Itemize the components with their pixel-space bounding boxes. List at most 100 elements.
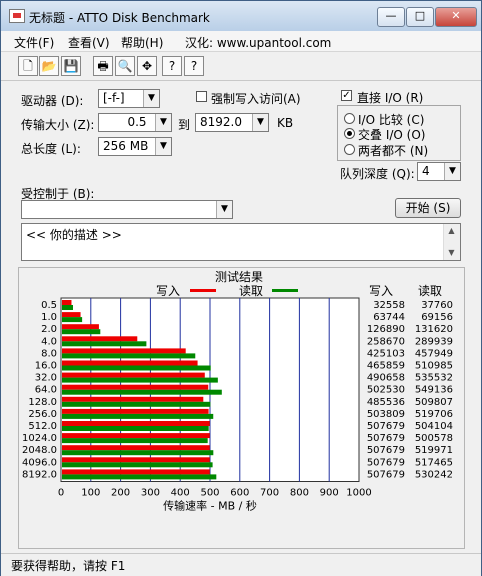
- transfer-size-label: 传输大小 (Z):: [21, 118, 95, 132]
- write-bar: [62, 396, 204, 402]
- write-value: 465859: [367, 361, 405, 372]
- read-bar: [62, 426, 209, 431]
- neither-label: 两者都不 (N): [358, 144, 429, 158]
- io-compare-radio[interactable]: [344, 113, 355, 124]
- direct-io-checkbox[interactable]: ✓: [341, 90, 352, 101]
- print-icon[interactable]: 🖶: [93, 56, 113, 76]
- drive-label: 驱动器 (D):: [21, 94, 84, 108]
- x-tick-label: 1000: [346, 488, 371, 499]
- write-bar: [62, 421, 210, 426]
- overlap-io-radio[interactable]: [344, 128, 355, 139]
- scroll-down-icon[interactable]: ▼: [444, 246, 459, 260]
- chevron-down-icon: ▼: [155, 114, 171, 131]
- read-bar: [62, 401, 211, 407]
- read-value: 37760: [421, 300, 453, 311]
- y-tick-label: 4.0: [41, 336, 57, 347]
- read-value: 504104: [415, 421, 453, 432]
- chevron-down-icon: ▼: [143, 90, 159, 107]
- to-label: 到: [178, 118, 191, 132]
- read-value: 457949: [415, 348, 453, 359]
- controlled-by-select[interactable]: ▼: [21, 200, 233, 219]
- maximize-button[interactable]: □: [406, 7, 434, 27]
- x-tick-label: 0: [58, 488, 64, 499]
- description-scrollbar[interactable]: ▲ ▼: [443, 224, 460, 260]
- write-bar: [62, 300, 72, 305]
- window-title: 无标题 - ATTO Disk Benchmark: [29, 11, 210, 25]
- description-text: << 你的描述 >>: [26, 228, 122, 242]
- write-value: 507679: [367, 433, 405, 444]
- read-value: 535532: [415, 373, 453, 384]
- write-bar: [62, 457, 210, 463]
- print-preview-icon[interactable]: 🔍: [115, 56, 135, 76]
- menu-help[interactable]: 帮助(H): [121, 34, 163, 51]
- write-value: 507679: [367, 469, 405, 480]
- drive-select[interactable]: [-f-] ▼: [98, 89, 160, 108]
- force-write-label: 强制写入访问(A): [211, 92, 301, 106]
- menu-bar: 文件(F) 查看(V) 帮助(H) 汉化: www.upantool.com: [1, 31, 481, 52]
- x-tick-label: 200: [111, 488, 130, 499]
- y-tick-label: 8.0: [41, 348, 57, 359]
- save-icon[interactable]: 💾: [61, 56, 81, 76]
- scroll-up-icon[interactable]: ▲: [444, 224, 459, 238]
- minimize-button[interactable]: —: [377, 7, 405, 27]
- write-value: 425103: [367, 348, 405, 359]
- read-bar: [62, 305, 73, 310]
- kb-label: KB: [277, 116, 294, 130]
- write-bar: [62, 348, 186, 354]
- chevron-down-icon: ▼: [252, 114, 268, 131]
- read-bar: [62, 462, 213, 468]
- write-value: 503809: [367, 409, 405, 420]
- x-tick-label: 800: [290, 488, 309, 499]
- help-icon[interactable]: ?: [162, 56, 182, 76]
- start-button[interactable]: 开始 (S): [395, 198, 461, 218]
- move-icon[interactable]: ✥: [137, 56, 157, 76]
- read-bar: [62, 438, 208, 444]
- open-icon[interactable]: 📂: [39, 56, 59, 76]
- y-tick-label: 512.0: [28, 421, 57, 432]
- menu-view[interactable]: 查看(V): [68, 34, 110, 51]
- title-bar[interactable]: 无标题 - ATTO Disk Benchmark — □ ✕: [1, 1, 481, 31]
- write-bar: [62, 433, 210, 439]
- menu-file[interactable]: 文件(F): [14, 34, 54, 51]
- y-tick-label: 16.0: [35, 361, 57, 372]
- write-bar: [62, 360, 198, 366]
- new-icon[interactable]: 🗋: [18, 56, 38, 76]
- queue-depth-label: 队列深度 (Q):: [340, 167, 415, 181]
- y-tick-label: 1.0: [41, 312, 57, 323]
- x-tick-label: 700: [260, 488, 279, 499]
- read-value: 289939: [415, 336, 453, 347]
- neither-radio[interactable]: [344, 144, 355, 155]
- close-button[interactable]: ✕: [435, 7, 477, 27]
- context-help-icon[interactable]: ?: [184, 56, 204, 76]
- read-bar: [62, 329, 101, 335]
- x-tick-label: 600: [230, 488, 249, 499]
- write-value: 507679: [367, 445, 405, 456]
- write-value: 507679: [367, 457, 405, 468]
- x-tick-label: 900: [320, 488, 339, 499]
- chevron-down-icon: ▼: [155, 138, 171, 155]
- x-tick-label: 400: [171, 488, 190, 499]
- write-bar: [62, 469, 210, 475]
- description-textarea[interactable]: << 你的描述 >> ▲ ▼: [21, 223, 461, 261]
- x-axis-label: 传输速率 - MB / 秒: [163, 499, 257, 513]
- transfer-to-select[interactable]: 8192.0 ▼: [195, 113, 269, 132]
- force-write-checkbox[interactable]: [196, 91, 207, 102]
- write-bar: [62, 324, 99, 330]
- read-value: 510985: [415, 361, 453, 372]
- transfer-from-value: 0.5: [127, 115, 147, 129]
- queue-depth-select[interactable]: 4 ▼: [417, 162, 461, 181]
- write-bar: [62, 312, 81, 318]
- transfer-from-select[interactable]: 0.5 ▼: [98, 113, 172, 132]
- menu-info[interactable]: 汉化: www.upantool.com: [185, 34, 331, 51]
- read-bar: [62, 341, 147, 347]
- write-value: 258670: [367, 336, 405, 347]
- write-value: 63744: [373, 312, 405, 323]
- write-bar: [62, 336, 138, 342]
- direct-io-label: 直接 I/O (R): [357, 91, 424, 105]
- read-bar: [62, 353, 196, 359]
- total-length-select[interactable]: 256 MB ▼: [98, 137, 172, 156]
- y-tick-label: 128.0: [28, 397, 57, 408]
- read-bar: [62, 365, 211, 371]
- write-value: 485536: [367, 397, 405, 408]
- read-value: 69156: [421, 312, 453, 323]
